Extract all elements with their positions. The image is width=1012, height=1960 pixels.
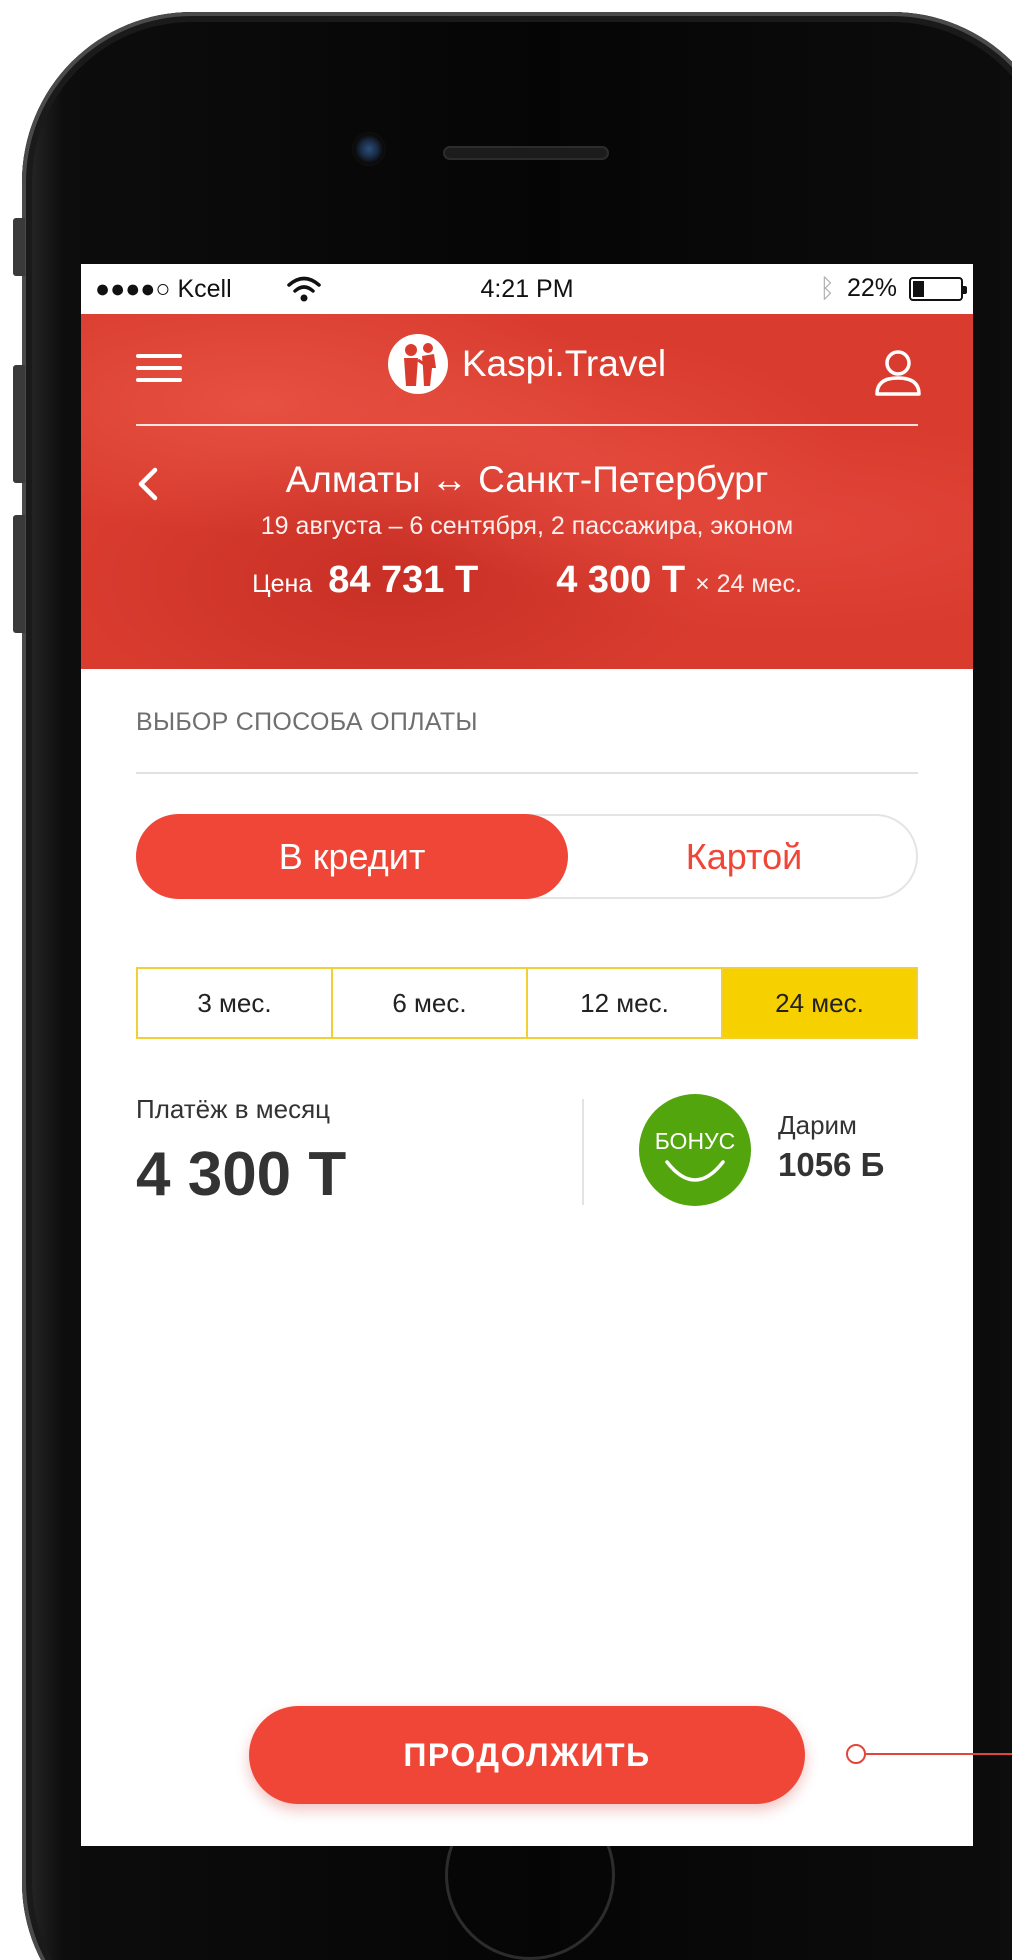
status-bar: ●●●●○ Kcell 4:21 PM ᛒ 22% [81,264,973,314]
app-screen: ●●●●○ Kcell 4:21 PM ᛒ 22% Kaspi.Travel А… [81,264,973,1846]
price-term: × 24 мес. [695,570,802,598]
header-divider [136,424,918,426]
term-option-selected[interactable]: 24 мес. [723,969,916,1037]
monthly-payment-label: Платёж в месяц [136,1094,331,1124]
user-icon[interactable] [873,348,923,396]
front-camera [352,132,386,166]
card-option-button[interactable]: Картой [568,814,920,899]
term-option[interactable]: 12 мес. [528,969,723,1037]
continue-button[interactable]: ПРОДОЛЖИТЬ [249,1706,805,1804]
price-summary: Цена 84 731 Т 4 300 Т × 24 мес. [81,559,973,602]
brand-name: Kaspi.Travel [461,343,667,384]
credit-option-button[interactable]: В кредит [136,814,568,899]
section-divider [136,772,918,774]
price-monthly: 4 300 Т [556,559,686,601]
annotation-line [866,1753,1012,1755]
term-option[interactable]: 6 мес. [333,969,528,1037]
bonus-badge-icon: БОНУС [639,1094,751,1206]
price-label: Цена [252,570,313,598]
battery-icon [909,276,967,301]
vertical-divider [582,1099,584,1205]
gift-label: Дарим [778,1110,857,1140]
earpiece-speaker [445,148,607,158]
payment-method-toggle: В кредит Картой [136,814,918,899]
volume-down-button [13,515,25,633]
term-selector: 3 мес. 6 мес. 12 мес. 24 мес. [136,967,918,1039]
term-option[interactable]: 3 мес. [138,969,333,1037]
volume-up-button [13,365,25,483]
brand: Kaspi.Travel [81,334,973,394]
monthly-payment-amount: 4 300 Т [136,1140,347,1209]
bonus-badge-text: БОНУС [654,1128,736,1154]
battery-percent: 22% [846,274,897,302]
trip-info: 19 августа – 6 сентября, 2 пассажира, эк… [260,512,794,540]
gift-amount: 1056 Б [778,1146,885,1183]
annotation-dot [846,1744,866,1764]
battery-level [913,280,924,297]
bluetooth-icon: ᛒ [819,273,835,303]
app-header: Kaspi.Travel Алматы ↔ Санкт-Петербург 19… [81,314,973,669]
kaspi-travel-logo [387,334,448,394]
price-total: 84 731 Т [328,559,479,601]
route-title: Алматы ↔ Санкт-Петербург [285,459,769,500]
smile-icon [665,1160,725,1182]
status-right: ᛒ 22% [819,273,967,304]
section-title: ВЫБОР СПОСОБА ОПЛАТЫ [136,708,478,736]
silent-switch [13,218,25,276]
